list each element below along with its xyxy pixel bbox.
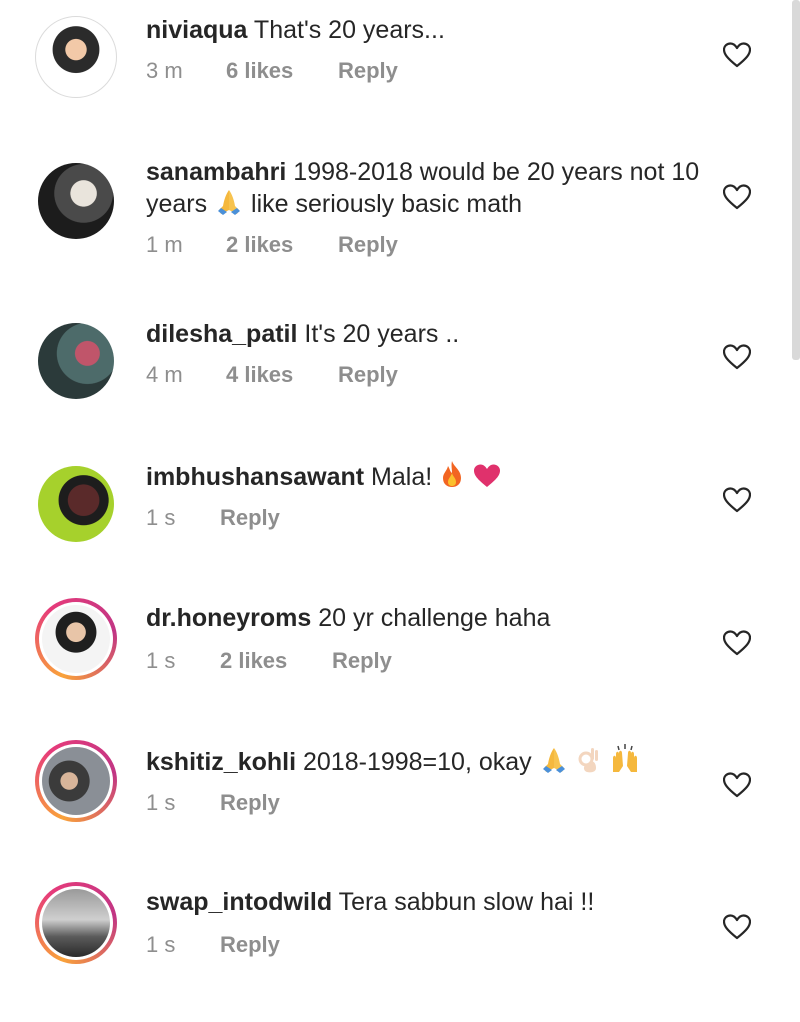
comment-time: 1 s <box>146 648 176 673</box>
comment-text: sanambahri 1998-2018 would be 20 years n… <box>146 156 706 220</box>
comment-body-continued: like seriously basic math <box>251 190 522 218</box>
comment-text: kshitiz_kohli 2018-1998=10, okay <box>146 744 706 778</box>
comment-time: 4 m <box>146 362 183 387</box>
fire-emoji <box>443 461 462 487</box>
comment-likes[interactable]: 6 likes <box>226 58 338 84</box>
comment-meta: 1 s Reply <box>146 505 280 531</box>
comment-time: 1 s <box>146 932 176 957</box>
comment-item: sanambahri 1998-2018 would be 20 years n… <box>0 150 790 290</box>
avatar[interactable] <box>35 598 117 680</box>
comment-body: It's 20 years .. <box>304 320 460 348</box>
comment-meta: 1 s Reply <box>146 790 280 816</box>
comment-item: dr.honeyroms 20 yr challenge haha 1 s 2 l… <box>0 598 790 738</box>
comment-username[interactable]: dr.honeyroms <box>146 604 311 632</box>
folded-hands-emoji <box>218 190 241 215</box>
heart-outline-icon[interactable] <box>723 914 751 940</box>
avatar[interactable] <box>35 740 117 822</box>
comment-item: kshitiz_kohli 2018-1998=10, okay 1 s Repl… <box>0 740 790 880</box>
comment-username[interactable]: swap_intodwild <box>146 888 332 916</box>
reply-button[interactable]: Reply <box>220 790 280 816</box>
comment-meta: 1 s Reply <box>146 932 280 958</box>
comment-meta: 4 m 4 likes Reply <box>146 362 398 388</box>
comment-username[interactable]: dilesha_patil <box>146 320 297 348</box>
avatar[interactable] <box>35 320 117 402</box>
comment-time: 1 s <box>146 505 176 530</box>
comment-username[interactable]: kshitiz_kohli <box>146 748 296 776</box>
heart-outline-icon[interactable] <box>723 184 751 210</box>
folded-hands-emoji <box>542 748 565 773</box>
heart-outline-icon[interactable] <box>723 487 751 513</box>
comment-text: swap_intodwild Tera sabbun slow hai !! <box>146 886 706 918</box>
comment-username[interactable]: sanambahri <box>146 158 286 186</box>
comment-body: 2018-1998=10, okay <box>303 748 532 776</box>
ok-hand-emoji <box>578 748 598 773</box>
comment-body: Mala! <box>371 463 433 491</box>
comment-meta: 1 s 2 likes Reply <box>146 648 392 674</box>
comment-username[interactable]: imbhushansawant <box>146 463 364 491</box>
reply-button[interactable]: Reply <box>338 362 398 388</box>
heart-outline-icon[interactable] <box>723 630 751 656</box>
avatar[interactable] <box>35 16 117 98</box>
comment-text: dilesha_patil It's 20 years .. <box>146 318 706 350</box>
comment-time: 3 m <box>146 58 183 83</box>
comment-text: imbhushansawant Mala! <box>146 459 706 493</box>
red-heart-emoji <box>474 464 501 487</box>
comment-meta: 1 m 2 likes Reply <box>146 232 398 258</box>
comment-item: imbhushansawant Mala! 1 s Reply <box>0 455 790 595</box>
reply-button[interactable]: Reply <box>332 648 392 674</box>
comment-item: dilesha_patil It's 20 years .. 4 m 4 like… <box>0 310 790 450</box>
reply-button[interactable]: Reply <box>220 505 280 531</box>
heart-outline-icon[interactable] <box>723 344 751 370</box>
raised-hands-emoji <box>612 744 637 772</box>
reply-button[interactable]: Reply <box>220 932 280 958</box>
comment-text: dr.honeyroms 20 yr challenge haha <box>146 602 706 634</box>
comment-body: Tera sabbun slow hai !! <box>338 888 595 916</box>
comment-item: niviaqua That's 20 years... 3 m 6 likes Re… <box>0 0 790 140</box>
comment-body: That's 20 years... <box>253 16 445 44</box>
comment-time: 1 s <box>146 790 176 815</box>
scrollbar[interactable] <box>792 0 800 360</box>
comment-meta: 3 m 6 likes Reply <box>146 58 398 84</box>
reply-button[interactable]: Reply <box>338 58 398 84</box>
reply-button[interactable]: Reply <box>338 232 398 258</box>
heart-outline-icon[interactable] <box>723 772 751 798</box>
avatar[interactable] <box>35 463 117 545</box>
avatar[interactable] <box>35 882 117 964</box>
heart-outline-icon[interactable] <box>723 42 751 68</box>
comment-text: niviaqua That's 20 years... <box>146 14 706 46</box>
comment-body: 20 yr challenge haha <box>318 604 551 632</box>
comment-username[interactable]: niviaqua <box>146 16 247 44</box>
comment-likes[interactable]: 2 likes <box>226 232 338 258</box>
comment-item: swap_intodwild Tera sabbun slow hai !! 1… <box>0 882 790 1022</box>
comment-time: 1 m <box>146 232 183 257</box>
comment-likes[interactable]: 4 likes <box>226 362 338 388</box>
avatar[interactable] <box>35 160 117 242</box>
comment-likes[interactable]: 2 likes <box>220 648 332 674</box>
